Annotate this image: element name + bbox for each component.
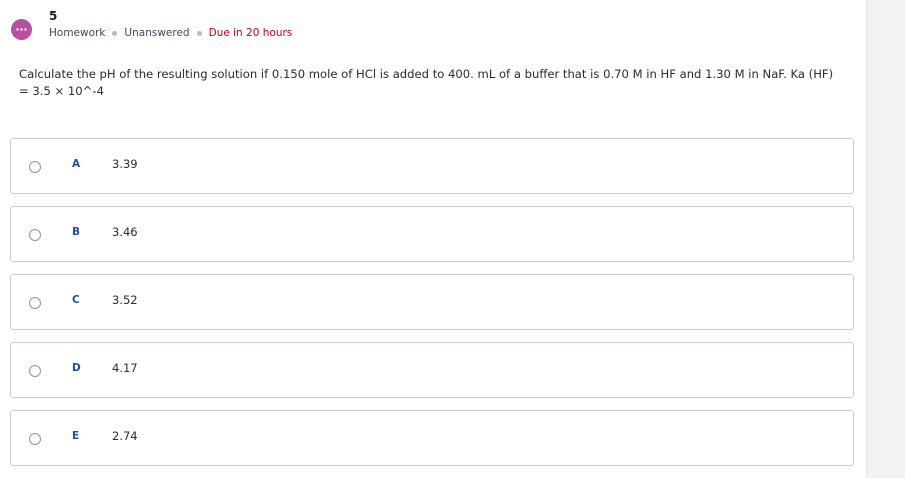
separator-dot — [112, 30, 118, 36]
question-text: Calculate the pH of the resulting soluti… — [19, 67, 834, 98]
choice-letter: C — [72, 294, 80, 306]
choice-value: 2.74 — [112, 429, 138, 443]
answer-choice-e[interactable]: E 2.74 — [10, 410, 854, 466]
choice-letter: D — [72, 362, 81, 374]
choice-value: 3.39 — [112, 157, 138, 171]
question-number: 5 — [49, 9, 58, 23]
answer-choice-b[interactable]: B 3.46 — [10, 206, 854, 262]
separator-dot — [196, 30, 202, 36]
choice-value: 4.17 — [112, 361, 138, 375]
answer-choice-a[interactable]: A 3.39 — [10, 138, 854, 194]
answer-status: Unanswered — [124, 27, 190, 39]
choice-letter: B — [72, 226, 81, 238]
question-meta: Homework Unanswered Due in 20 hours — [49, 27, 292, 39]
radio-button[interactable] — [29, 297, 41, 309]
radio-button[interactable] — [29, 365, 41, 377]
choice-letter: A — [72, 158, 81, 170]
question-page: 5 Homework Unanswered Due in 20 hours Ca… — [0, 0, 905, 478]
assignment-type: Homework — [49, 27, 106, 39]
answer-choice-d[interactable]: D 4.17 — [10, 342, 854, 398]
radio-button[interactable] — [29, 433, 41, 445]
choice-value: 3.52 — [112, 293, 138, 307]
answer-choice-c[interactable]: C 3.52 — [10, 274, 854, 330]
radio-button[interactable] — [29, 229, 41, 241]
choice-letter: E — [72, 430, 80, 442]
radio-button[interactable] — [29, 161, 41, 173]
due-date: Due in 20 hours — [208, 27, 293, 39]
right-side-panel — [866, 0, 905, 478]
choice-value: 3.46 — [112, 225, 138, 239]
more-options-icon[interactable] — [11, 19, 32, 40]
